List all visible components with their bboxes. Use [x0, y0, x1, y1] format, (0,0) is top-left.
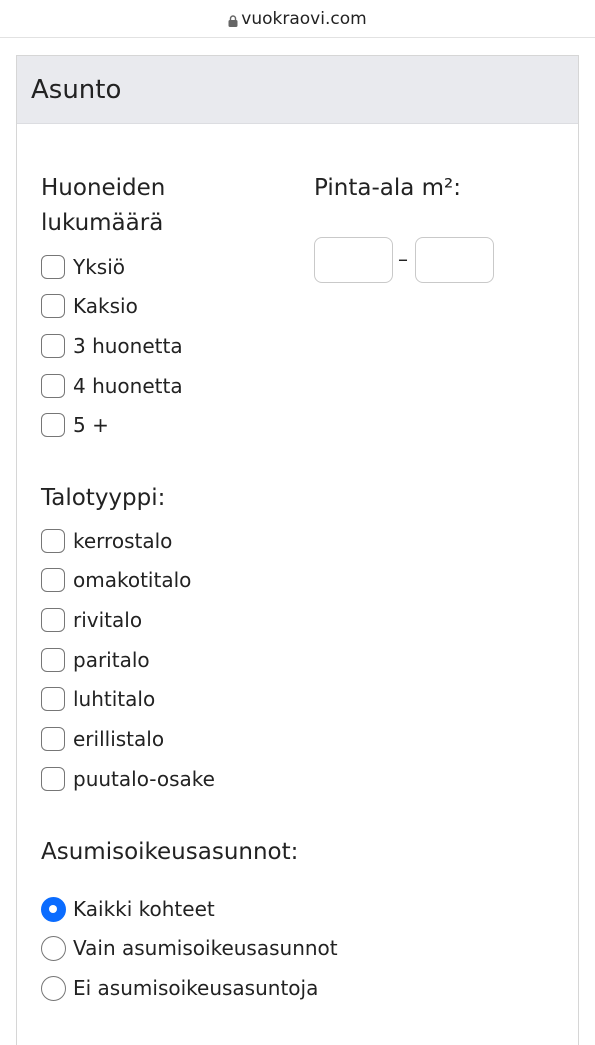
checkbox[interactable] — [41, 334, 65, 358]
area-separator: – — [398, 247, 408, 271]
option-label: paritalo — [73, 648, 150, 672]
checkbox[interactable] — [41, 727, 65, 751]
panel-title: Asunto — [31, 74, 122, 105]
option-label: erillistalo — [73, 727, 165, 751]
address-bar[interactable]: vuokraovi.com — [0, 0, 595, 38]
checkbox[interactable] — [41, 608, 65, 632]
building-option-erillistalo[interactable]: erillistalo — [41, 724, 164, 754]
option-label: Kaksio — [73, 294, 138, 318]
area-max-input[interactable] — [415, 237, 494, 283]
building-option-paritalo[interactable]: paritalo — [41, 645, 150, 675]
option-label: Ei asumisoikeusasuntoja — [73, 976, 319, 1000]
occupancy-option-all[interactable]: Kaikki kohteet — [41, 894, 215, 924]
checkbox[interactable] — [41, 687, 65, 711]
rooms-option-3[interactable]: 3 huonetta — [41, 331, 183, 361]
radio-button[interactable] — [41, 935, 66, 961]
option-label: puutalo-osake — [73, 767, 215, 791]
area-min-input[interactable] — [314, 237, 393, 283]
option-label: kerrostalo — [73, 529, 173, 553]
building-option-omakotitalo[interactable]: omakotitalo — [41, 565, 191, 595]
building-option-luhtitalo[interactable]: luhtitalo — [41, 684, 155, 714]
lock-icon — [228, 12, 238, 27]
option-label: rivitalo — [73, 608, 143, 632]
option-label: omakotitalo — [73, 568, 192, 592]
rooms-option-5plus[interactable]: 5 + — [41, 410, 109, 440]
option-label: Vain asumisoikeusasunnot — [73, 936, 338, 960]
option-label: 5 + — [73, 413, 109, 437]
building-option-rivitalo[interactable]: rivitalo — [41, 605, 142, 635]
option-label: 4 huonetta — [73, 374, 183, 398]
rooms-option-4[interactable]: 4 huonetta — [41, 371, 183, 401]
rooms-heading: Huoneiden lukumäärä — [41, 175, 166, 236]
checkbox[interactable] — [41, 374, 65, 398]
checkbox[interactable] — [41, 767, 65, 791]
checkbox[interactable] — [41, 294, 65, 318]
building-option-kerrostalo[interactable]: kerrostalo — [41, 526, 172, 556]
occupancy-option-none[interactable]: Ei asumisoikeusasuntoja — [41, 973, 318, 1003]
option-label: Yksiö — [73, 255, 126, 279]
checkbox[interactable] — [41, 255, 65, 279]
checkbox[interactable] — [41, 648, 65, 672]
option-label: Kaikki kohteet — [73, 897, 215, 921]
radio-button[interactable] — [41, 896, 66, 922]
area-heading: Pinta-ala m²: — [314, 175, 462, 201]
option-label: luhtitalo — [73, 687, 156, 711]
checkbox[interactable] — [41, 568, 65, 592]
url-text: vuokraovi.com — [241, 8, 367, 29]
rooms-option-yksio[interactable]: Yksiö — [41, 252, 125, 282]
right-of-occupancy-heading: Asumisoikeusasunnot: — [41, 839, 299, 865]
occupancy-option-only[interactable]: Vain asumisoikeusasunnot — [41, 933, 338, 963]
radio-button[interactable] — [41, 975, 66, 1001]
panel-header: Asunto — [17, 56, 578, 124]
building-type-heading: Talotyyppi: — [41, 485, 166, 511]
checkbox[interactable] — [41, 413, 65, 437]
option-label: 3 huonetta — [73, 334, 183, 358]
rooms-option-kaksio[interactable]: Kaksio — [41, 291, 138, 321]
building-option-puutalo-osake[interactable]: puutalo-osake — [41, 764, 215, 794]
checkbox[interactable] — [41, 529, 65, 553]
